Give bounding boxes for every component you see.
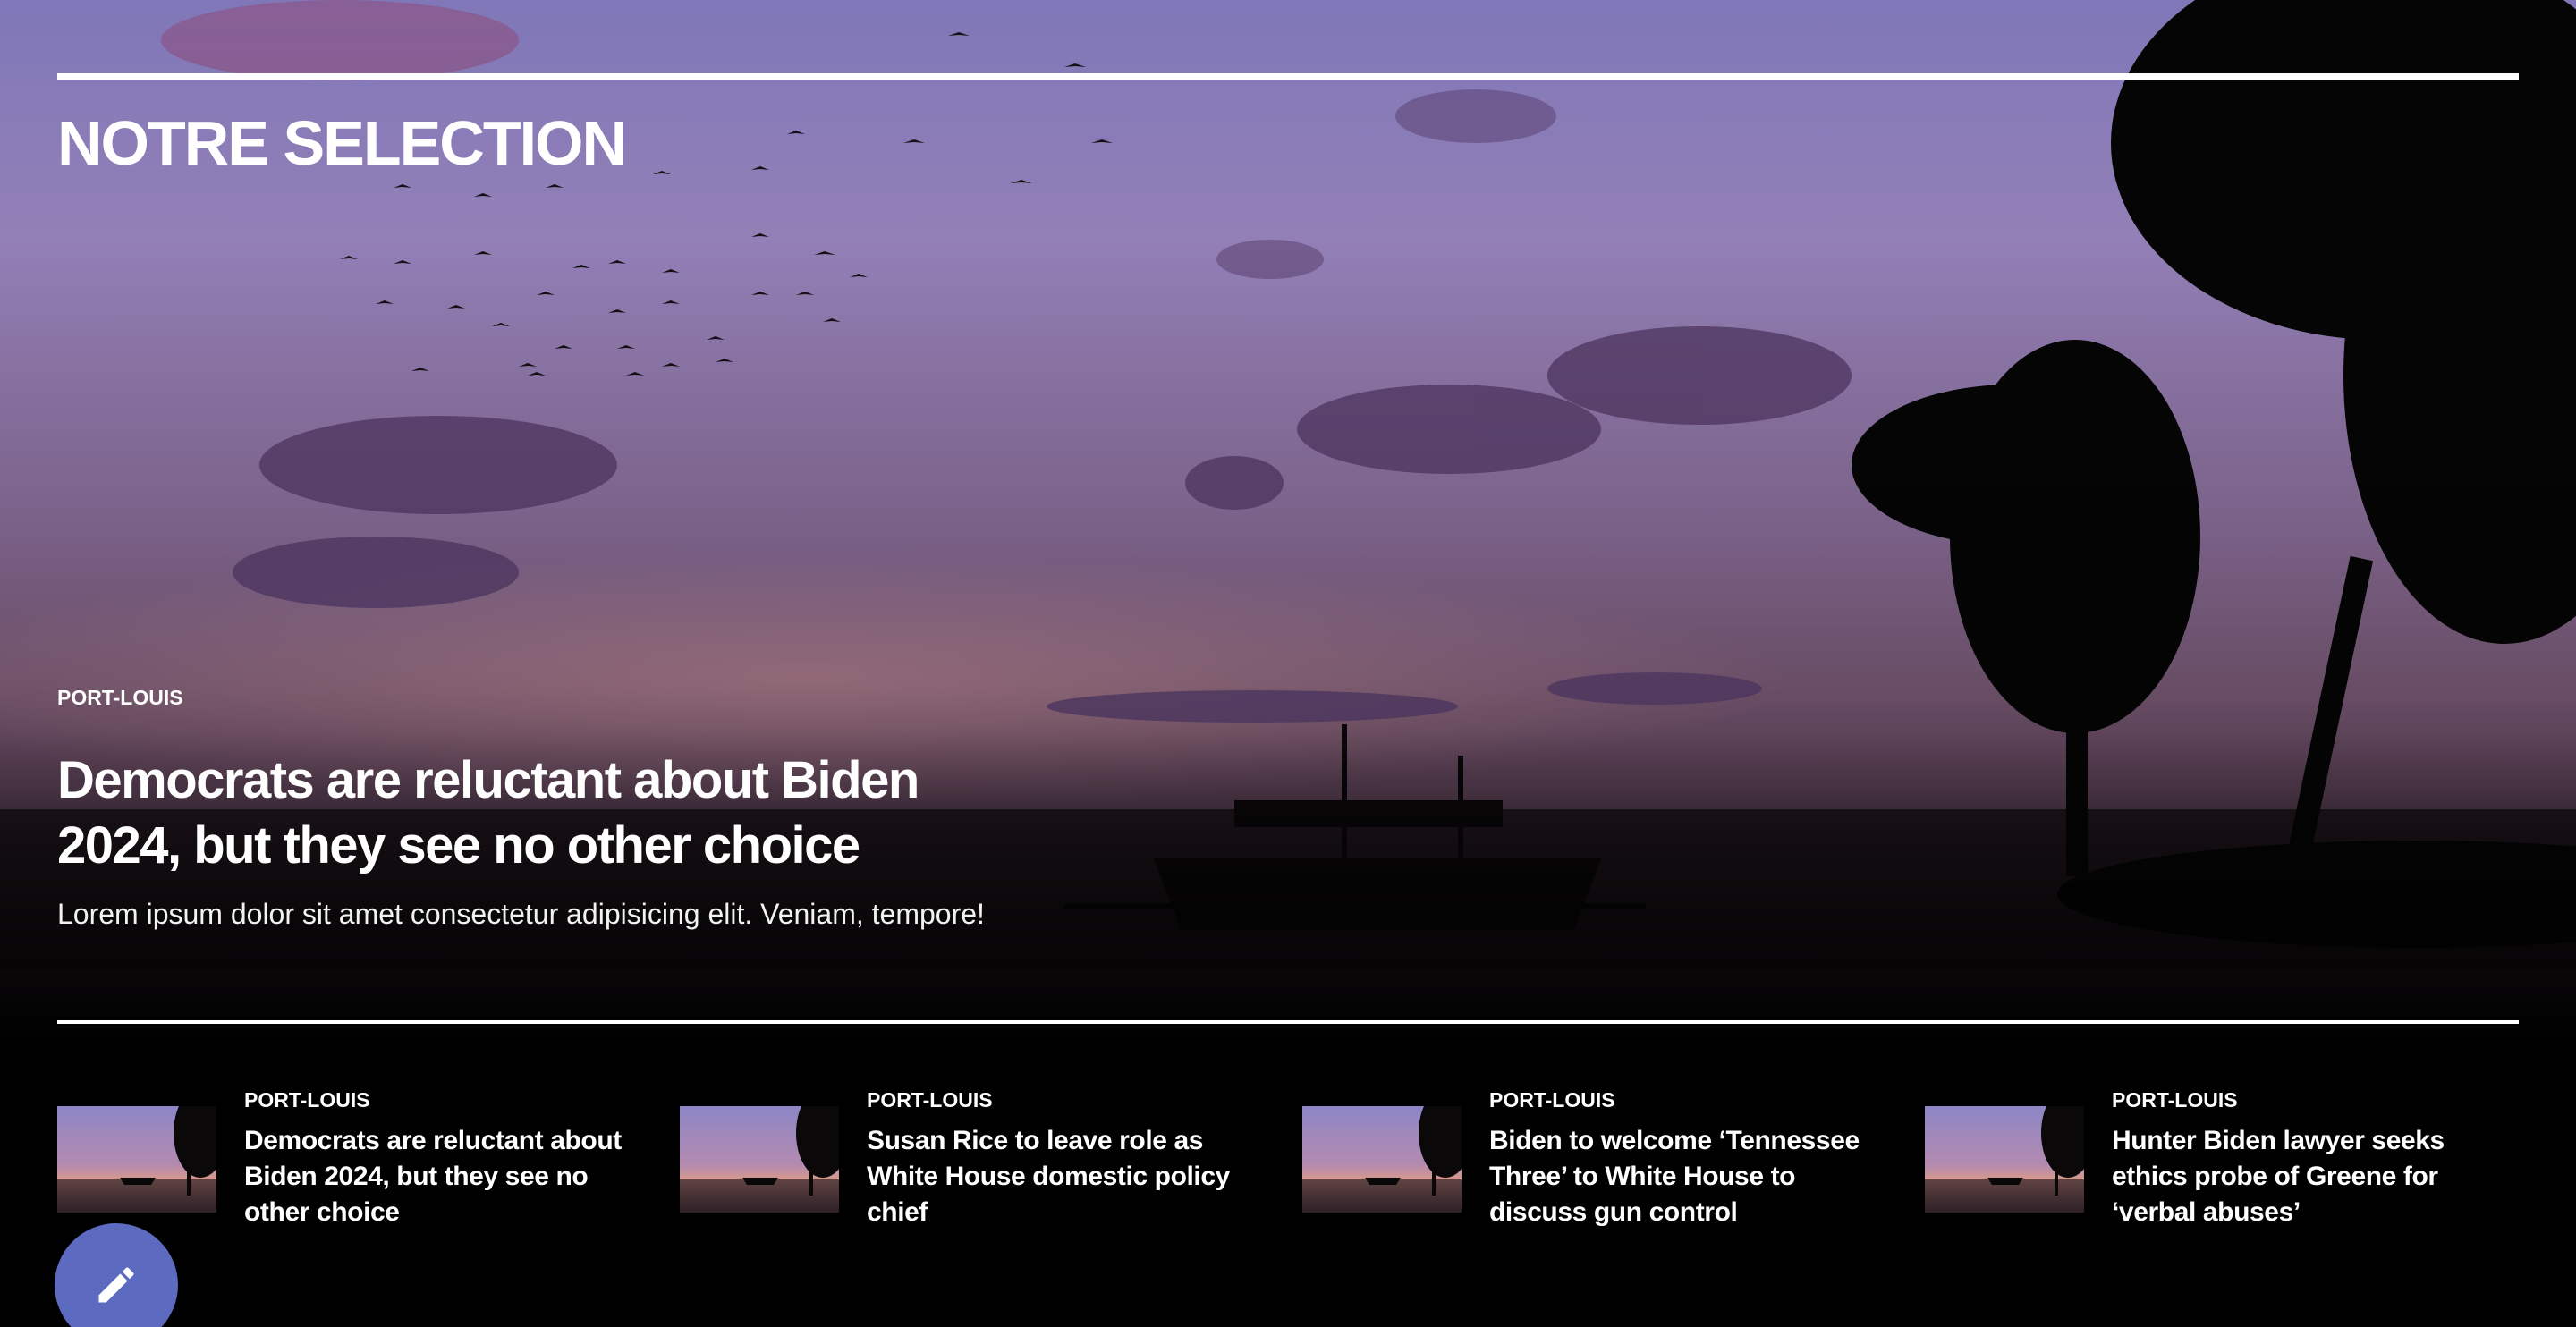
article-category[interactable]: PORT-LOUIS	[867, 1087, 1270, 1112]
hero-section: NOTRE SELECTION PORT-LOUIS Democrats are…	[0, 0, 2576, 1327]
article-thumbnail[interactable]	[1302, 1105, 1462, 1213]
article-category[interactable]: PORT-LOUIS	[2112, 1087, 2515, 1112]
featured-title[interactable]: Democrats are reluctant about Biden 2024…	[57, 748, 1005, 878]
article-card-2[interactable]: PORT-LOUIS Susan Rice to leave role as W…	[680, 1078, 1270, 1239]
pencil-icon	[98, 1267, 134, 1303]
articles-divider	[57, 1020, 2519, 1024]
featured-category[interactable]: PORT-LOUIS	[57, 685, 183, 710]
featured-description: Lorem ipsum dolor sit amet consectetur a…	[57, 898, 985, 930]
article-thumbnail[interactable]	[57, 1105, 216, 1213]
article-title[interactable]: Susan Rice to leave role as White House …	[867, 1123, 1270, 1230]
section-title: NOTRE SELECTION	[57, 108, 627, 178]
article-title[interactable]: Biden to welcome ‘Tennessee Three’ to Wh…	[1489, 1123, 1893, 1230]
top-divider	[57, 73, 2519, 80]
article-category[interactable]: PORT-LOUIS	[1489, 1087, 1893, 1112]
article-card-3[interactable]: PORT-LOUIS Biden to welcome ‘Tennessee T…	[1302, 1078, 1893, 1239]
article-card-4[interactable]: PORT-LOUIS Hunter Biden lawyer seeks eth…	[1925, 1078, 2515, 1239]
article-title[interactable]: Democrats are reluctant about Biden 2024…	[244, 1123, 648, 1230]
article-thumbnail[interactable]	[1925, 1105, 2084, 1213]
article-category[interactable]: PORT-LOUIS	[244, 1087, 648, 1112]
article-thumbnail[interactable]	[680, 1105, 839, 1213]
article-title[interactable]: Hunter Biden lawyer seeks ethics probe o…	[2112, 1123, 2515, 1230]
article-card-1[interactable]: PORT-LOUIS Democrats are reluctant about…	[57, 1078, 648, 1239]
